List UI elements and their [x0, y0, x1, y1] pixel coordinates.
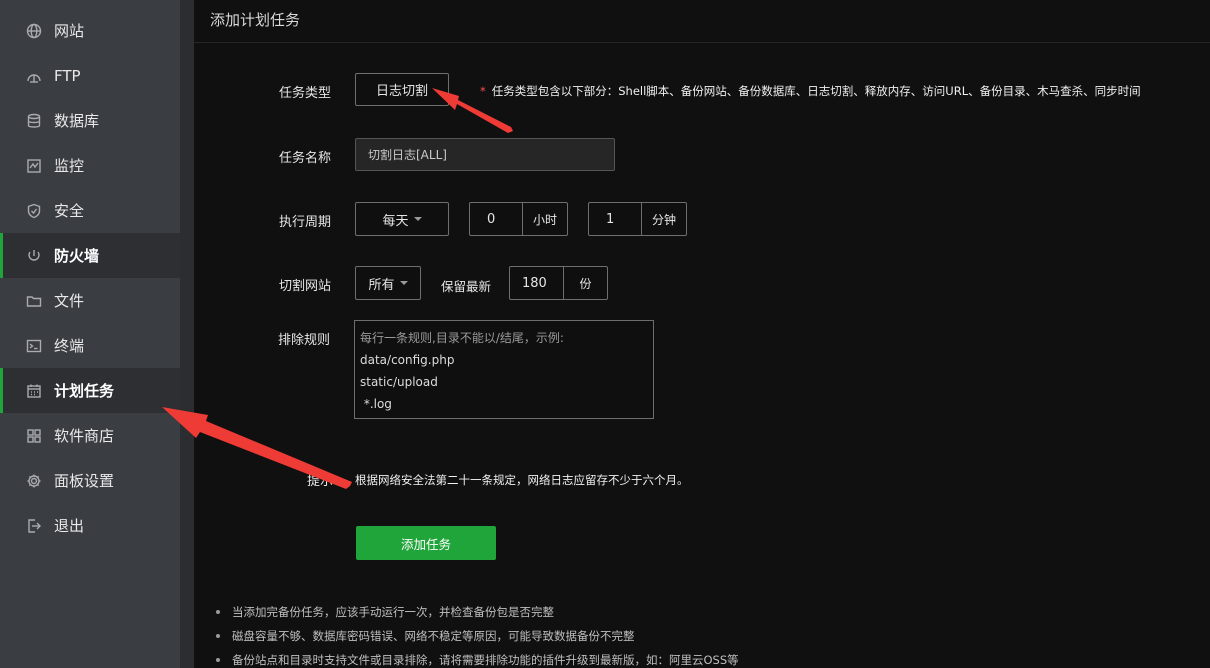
terminal-icon	[26, 338, 42, 354]
sidebar-item-database[interactable]: 数据库	[0, 98, 180, 143]
period-label: 执行周期	[279, 215, 332, 230]
site-value: 所有	[368, 277, 395, 293]
sidebar-item-monitor[interactable]: 监控	[0, 143, 180, 188]
sidebar-item-label: 网站	[54, 22, 85, 40]
sidebar-item-label: 文件	[54, 292, 85, 310]
shield-icon	[26, 203, 42, 219]
sidebar-item-label: 数据库	[54, 112, 100, 130]
task-name-label: 任务名称	[279, 151, 332, 166]
exclude-line: data/config.php	[360, 353, 455, 367]
sidebar-item-cron[interactable]: 计划任务	[0, 368, 180, 413]
task-type-note: * 任务类型包含以下部分：Shell脚本、备份网站、备份数据库、日志切割、释放内存…	[480, 83, 1141, 99]
exclude-placeholder: 每行一条规则,目录不能以/结尾，示例:	[360, 331, 564, 345]
exclude-line: static/upload	[360, 375, 438, 389]
sidebar-item-logout[interactable]: 退出	[0, 503, 180, 548]
calendar-icon	[26, 383, 42, 399]
task-type-select[interactable]: 日志切割	[355, 73, 449, 106]
firewall-icon	[26, 248, 42, 264]
sidebar-item-label: 面板设置	[54, 472, 115, 490]
minute-value: 1	[606, 211, 615, 227]
logout-icon	[26, 518, 42, 534]
task-name-input[interactable]: 切割日志[ALL]	[355, 138, 615, 171]
sidebar-gutter	[180, 0, 194, 668]
tip-item: 磁盘容量不够、数据库密码错误、网络不稳定等原因，可能导致数据备份不完整	[216, 624, 739, 648]
hour-value: 0	[487, 211, 496, 227]
keep-unit: 份	[563, 267, 607, 299]
keep-input[interactable]: 180 份	[509, 266, 608, 300]
hour-unit: 小时	[522, 203, 567, 235]
sidebar: 网站 FTP 数据库 监控 安全 防火墙 文件 终端 计划任务 软件商店 面板设…	[0, 0, 180, 668]
keep-value: 180	[522, 275, 547, 291]
panel-title: 添加计划任务	[210, 11, 301, 29]
site-label: 切割网站	[279, 279, 332, 294]
sidebar-item-label: 软件商店	[54, 427, 115, 445]
sidebar-item-label: 计划任务	[54, 382, 115, 400]
minute-input[interactable]: 1 分钟	[588, 202, 687, 236]
chevron-down-icon	[413, 217, 422, 221]
gear-icon	[26, 473, 42, 489]
chevron-down-icon	[399, 281, 408, 285]
sidebar-item-app-store[interactable]: 软件商店	[0, 413, 180, 458]
apps-grid-icon	[26, 428, 42, 444]
globe-icon	[26, 23, 42, 39]
sidebar-item-panel-settings[interactable]: 面板设置	[0, 458, 180, 503]
tip-item: 当添加完备份任务，应该手动运行一次，并检查备份包是否完整	[216, 600, 739, 624]
task-type-value: 日志切割	[375, 84, 428, 99]
sidebar-item-website[interactable]: 网站	[0, 8, 180, 53]
task-type-label: 任务类型	[279, 86, 332, 101]
sidebar-item-label: 退出	[54, 517, 85, 535]
exclude-label: 排除规则	[278, 333, 331, 348]
minute-unit: 分钟	[641, 203, 686, 235]
exclude-line: *.log	[360, 397, 392, 411]
site-select[interactable]: 所有	[355, 266, 421, 300]
ftp-icon	[26, 68, 42, 84]
required-star: *	[480, 84, 486, 98]
task-name-value: 切割日志[ALL]	[368, 148, 447, 162]
sidebar-item-security[interactable]: 安全	[0, 188, 180, 233]
sidebar-item-label: FTP	[54, 66, 81, 85]
monitor-icon	[26, 158, 42, 174]
period-select[interactable]: 每天	[355, 202, 449, 236]
task-type-note-text: 任务类型包含以下部分：Shell脚本、备份网站、备份数据库、日志切割、释放内存、…	[491, 84, 1141, 98]
hour-input[interactable]: 0 小时	[469, 202, 568, 236]
sidebar-item-label: 终端	[54, 337, 85, 355]
sidebar-item-label: 监控	[54, 157, 85, 175]
tips-list: 当添加完备份任务，应该手动运行一次，并检查备份包是否完整 磁盘容量不够、数据库密…	[216, 600, 739, 668]
sidebar-item-ftp[interactable]: FTP	[0, 53, 180, 98]
period-value: 每天	[382, 213, 409, 229]
sidebar-item-firewall[interactable]: 防火墙	[0, 233, 180, 278]
sidebar-item-terminal[interactable]: 终端	[0, 323, 180, 368]
sidebar-item-label: 安全	[54, 202, 85, 220]
hint-label: 提示	[307, 474, 334, 489]
hint-text: 根据网络安全法第二十一条规定，网络日志应留存不少于六个月。	[355, 473, 689, 487]
tip-item: 备份站点和目录时支持文件或目录排除，请将需要排除功能的插件升级到最新版，如：阿里…	[216, 648, 739, 668]
add-cron-task-panel: 添加计划任务 任务类型 日志切割 * 任务类型包含以下部分：Shell脚本、备份网…	[194, 0, 1210, 668]
title-divider	[194, 42, 1210, 43]
database-icon	[26, 113, 42, 129]
sidebar-item-label: 防火墙	[54, 247, 100, 265]
folder-icon	[26, 293, 42, 309]
sidebar-item-files[interactable]: 文件	[0, 278, 180, 323]
add-task-button[interactable]: 添加任务	[356, 526, 496, 560]
exclude-rules-textarea[interactable]: 每行一条规则,目录不能以/结尾，示例: data/config.php stat…	[354, 320, 654, 419]
keep-label: 保留最新	[441, 279, 492, 294]
